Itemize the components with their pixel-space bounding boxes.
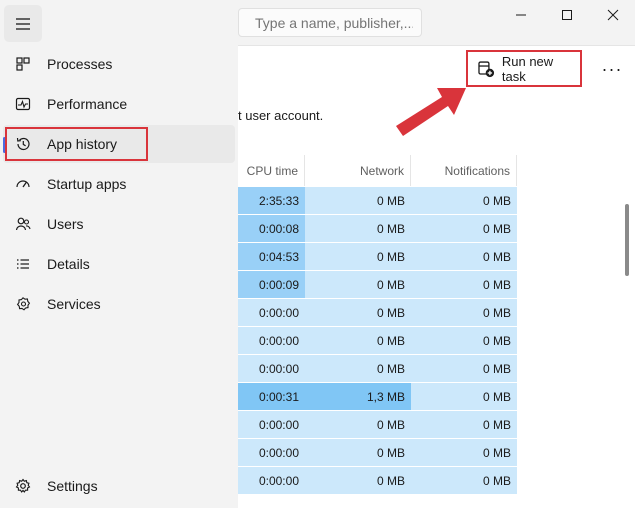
cell-cpu-time: 0:00:00 [238, 327, 305, 354]
cell-cpu-time: 0:00:00 [238, 411, 305, 438]
cell-cpu-time: 0:04:53 [238, 243, 305, 270]
close-icon [607, 9, 619, 21]
menu-button[interactable] [4, 5, 42, 42]
header-divider [238, 45, 635, 46]
minimize-button[interactable] [498, 0, 544, 30]
performance-icon [14, 95, 32, 113]
cell-notifications: 0 MB [411, 411, 517, 438]
more-icon: ··· [601, 58, 623, 79]
sidebar-item-label: Startup apps [47, 176, 127, 192]
cell-cpu-time: 0:00:00 [238, 355, 305, 382]
cell-notifications: 0 MB [411, 439, 517, 466]
cell-network: 1,3 MB [305, 383, 411, 410]
sidebar-item-processes[interactable]: Processes [0, 45, 238, 83]
sidebar-item-users[interactable]: Users [0, 205, 238, 243]
sidebar-item-services[interactable]: Services [0, 285, 238, 323]
sidebar-item-startup-apps[interactable]: Startup apps [0, 165, 238, 203]
maximize-icon [562, 10, 572, 20]
cell-notifications: 0 MB [411, 215, 517, 242]
app-history-table: CPU time Network Notifications 2:35:33 0 … [238, 155, 635, 508]
more-options-button[interactable]: ··· [596, 57, 628, 81]
hamburger-icon [16, 17, 30, 30]
cell-notifications: 0 MB [411, 187, 517, 214]
search-input[interactable] [238, 8, 422, 37]
cell-cpu-time: 0:00:09 [238, 271, 305, 298]
column-header-notifications[interactable]: Notifications [411, 155, 517, 186]
minimize-icon [516, 14, 526, 16]
sidebar-item-performance[interactable]: Performance [0, 85, 238, 123]
cell-cpu-time: 0:00:31 [238, 383, 305, 410]
details-icon [14, 255, 32, 273]
users-icon [14, 215, 32, 233]
sidebar-item-settings[interactable]: Settings [0, 467, 238, 505]
cell-network: 0 MB [305, 215, 411, 242]
cell-notifications: 0 MB [411, 299, 517, 326]
cell-cpu-time: 0:00:00 [238, 299, 305, 326]
cell-cpu-time: 0:00:00 [238, 467, 305, 494]
cell-network: 0 MB [305, 187, 411, 214]
cell-notifications: 0 MB [411, 467, 517, 494]
gear-icon [14, 477, 32, 495]
sidebar-item-app-history[interactable]: App history [3, 125, 235, 163]
red-pointer-arrow [396, 88, 466, 136]
services-icon [14, 295, 32, 313]
cell-network: 0 MB [305, 411, 411, 438]
cell-notifications: 0 MB [411, 271, 517, 298]
history-icon [14, 135, 32, 153]
cell-network: 0 MB [305, 439, 411, 466]
column-header-network[interactable]: Network [305, 155, 411, 186]
sidebar-item-label: Users [47, 216, 84, 232]
vertical-scrollbar[interactable] [625, 204, 629, 276]
cell-notifications: 0 MB [411, 355, 517, 382]
run-new-task-label: Run new task [501, 53, 554, 84]
cell-network: 0 MB [305, 327, 411, 354]
sidebar-item-label: Performance [47, 96, 128, 112]
sidebar-item-label: Services [47, 296, 101, 312]
startup-icon [14, 175, 32, 193]
cell-cpu-time: 0:00:08 [238, 215, 305, 242]
cell-cpu-time: 2:35:33 [238, 187, 305, 214]
sidebar-item-label: App history [47, 136, 118, 152]
run-task-icon [478, 60, 495, 77]
close-button[interactable] [590, 0, 635, 30]
cell-network: 0 MB [305, 271, 411, 298]
cell-network: 0 MB [305, 355, 411, 382]
cell-network: 0 MB [305, 467, 411, 494]
maximize-button[interactable] [544, 0, 590, 30]
sidebar-item-label: Details [47, 256, 90, 272]
cell-network: 0 MB [305, 299, 411, 326]
cell-notifications: 0 MB [411, 383, 517, 410]
sidebar-item-details[interactable]: Details [0, 245, 238, 283]
page-description: t user account. [238, 108, 324, 123]
processes-icon [14, 55, 32, 73]
sidebar: Processes Performance App history Startu… [0, 0, 238, 508]
cell-notifications: 0 MB [411, 327, 517, 354]
active-indicator [3, 137, 6, 153]
sidebar-item-label: Settings [47, 478, 98, 494]
run-new-task-button[interactable]: Run new task [466, 50, 582, 87]
cell-notifications: 0 MB [411, 243, 517, 270]
cell-cpu-time: 0:00:00 [238, 439, 305, 466]
sidebar-item-label: Processes [47, 56, 113, 72]
column-header-cpu-time[interactable]: CPU time [238, 155, 305, 186]
cell-network: 0 MB [305, 243, 411, 270]
